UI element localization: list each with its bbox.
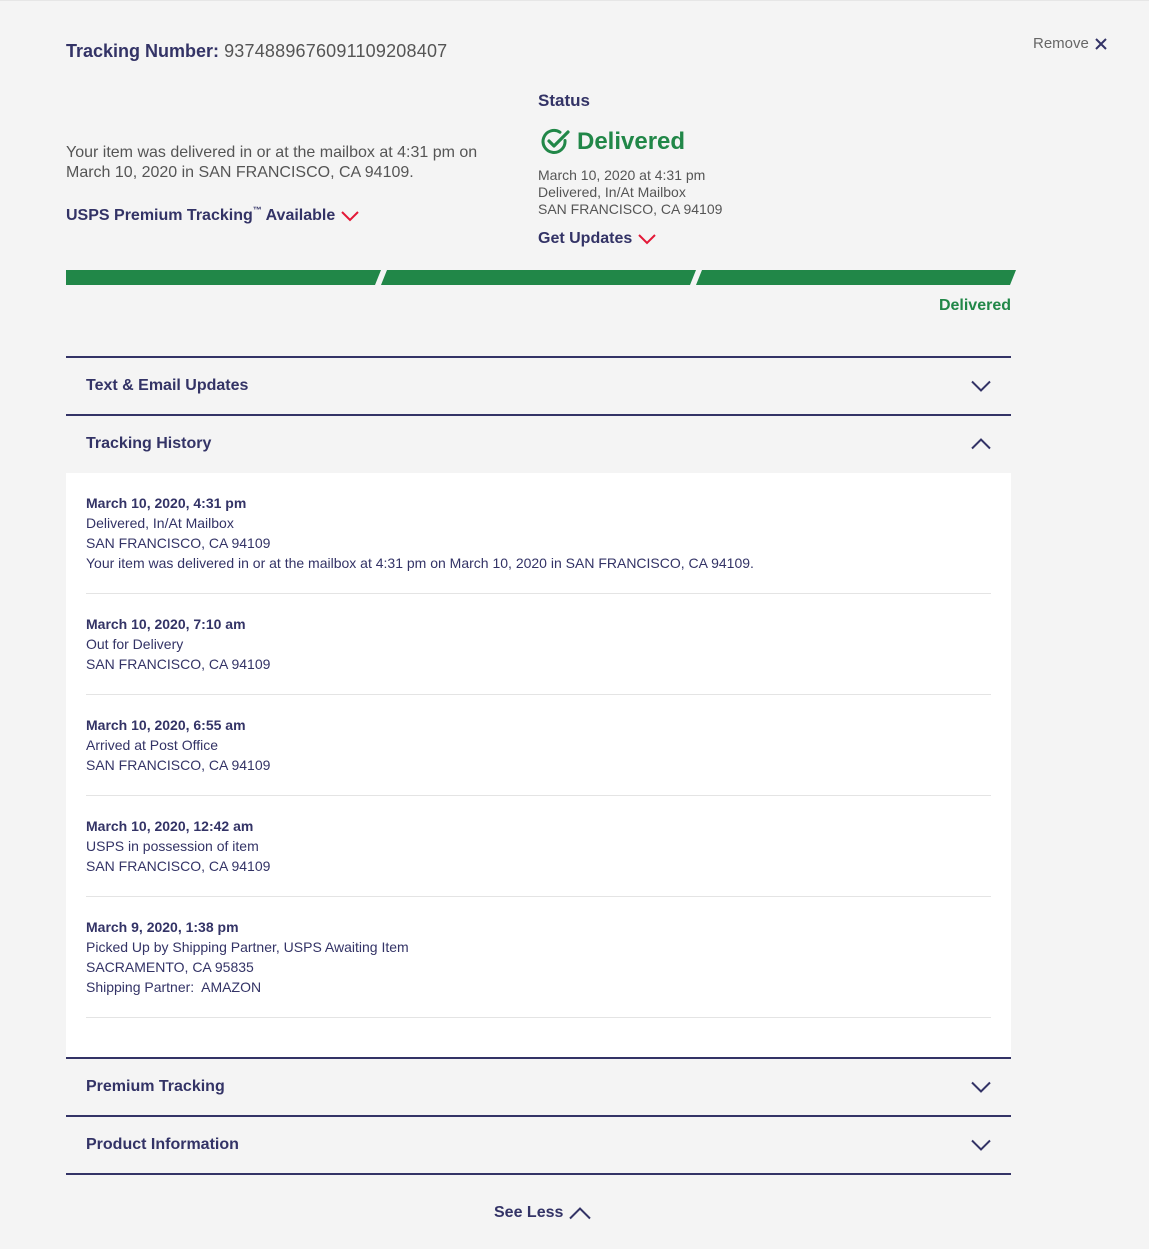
history-event: Picked Up by Shipping Partner, USPS Awai… — [86, 939, 409, 955]
history-time: March 10, 2020, 4:31 pm — [86, 495, 247, 511]
chevron-down-icon — [971, 380, 991, 392]
see-less-label: See Less — [494, 1204, 564, 1221]
check-circle-icon — [541, 128, 570, 154]
accordion-tracking-history[interactable]: Tracking History — [66, 414, 1011, 472]
progress-segment-2 — [381, 270, 696, 285]
accordion-text-email-updates[interactable]: Text & Email Updates — [66, 356, 1011, 414]
history-location: SACRAMENTO, CA 95835 — [86, 959, 254, 975]
progress-label: Delivered — [938, 297, 1011, 314]
status-text: Delivered — [577, 128, 686, 155]
history-time: March 10, 2020, 12:42 am — [86, 818, 254, 834]
tracking-card: Tracking Number: 9374889676091109208407 … — [0, 0, 1149, 1249]
history-entry: March 10, 2020, 7:10 am Out for Delivery… — [86, 614, 991, 695]
chevron-down-icon — [971, 1139, 991, 1151]
history-entry: March 10, 2020, 6:55 am Arrived at Post … — [86, 715, 991, 796]
history-location: SAN FRANCISCO, CA 94109 — [86, 656, 271, 672]
chevron-up-icon — [569, 1206, 592, 1219]
history-event: Arrived at Post Office — [86, 737, 219, 753]
history-entry: March 10, 2020, 4:31 pm Delivered, In/At… — [86, 493, 991, 594]
chevron-up-icon — [971, 438, 991, 450]
premium-tracking-available-toggle[interactable]: USPS Premium Tracking™ Available — [66, 205, 359, 225]
status-event: Delivered, In/At Mailbox — [538, 184, 686, 200]
status-date: March 10, 2020 at 4:31 pm — [538, 167, 706, 183]
status-details: March 10, 2020 at 4:31 pm Delivered, In/… — [538, 167, 722, 218]
status-heading: Status — [538, 91, 590, 110]
history-event: USPS in possession of item — [86, 838, 259, 854]
delivery-summary: Your item was delivered in or at the mai… — [66, 144, 478, 181]
history-detail: Shipping Partner: AMAZON — [86, 979, 262, 995]
get-updates-toggle[interactable]: Get Updates — [538, 230, 656, 248]
status-value: Delivered — [541, 128, 685, 156]
history-event: Delivered, In/At Mailbox — [86, 515, 234, 531]
remove-button[interactable]: Remove — [1033, 35, 1107, 52]
history-location: SAN FRANCISCO, CA 94109 — [86, 535, 271, 551]
status-location: SAN FRANCISCO, CA 94109 — [538, 201, 723, 217]
history-time: March 10, 2020, 6:55 am — [86, 717, 246, 733]
progress-segment-1 — [66, 270, 381, 285]
chevron-down-icon — [971, 1081, 991, 1093]
tracking-history-panel: March 10, 2020, 4:31 pm Delivered, In/At… — [66, 473, 1011, 1057]
get-updates-label: Get Updates — [538, 230, 633, 247]
accordion-premium-tracking[interactable]: Premium Tracking — [66, 1057, 1011, 1115]
chevron-down-icon — [341, 211, 359, 222]
progress-segment-3 — [696, 270, 1016, 285]
accordion-title: Premium Tracking — [86, 1078, 225, 1095]
history-location: SAN FRANCISCO, CA 94109 — [86, 858, 271, 874]
history-time: March 9, 2020, 1:38 pm — [86, 919, 239, 935]
progress-bar — [66, 270, 1016, 285]
history-entry: March 9, 2020, 1:38 pm Picked Up by Ship… — [86, 917, 991, 1018]
chevron-down-icon — [638, 234, 656, 245]
accordion-title: Tracking History — [86, 435, 212, 452]
history-location: SAN FRANCISCO, CA 94109 — [86, 757, 271, 773]
history-detail: Your item was delivered in or at the mai… — [86, 555, 754, 571]
accordion-title: Product Information — [86, 1136, 239, 1153]
tracking-number-value: 9374889676091109208407 — [224, 41, 448, 61]
accordion-product-information[interactable]: Product Information — [66, 1115, 1011, 1173]
premium-tracking-label: USPS Premium Tracking™ Available — [66, 205, 336, 224]
tracking-number: Tracking Number: 9374889676091109208407 — [66, 41, 447, 62]
accordion-bottom-divider — [66, 1173, 1011, 1175]
remove-label: Remove — [1033, 35, 1089, 52]
history-time: March 10, 2020, 7:10 am — [86, 616, 246, 632]
history-event: Out for Delivery — [86, 636, 184, 652]
see-less-button[interactable]: See Less — [494, 1204, 592, 1222]
accordion-title: Text & Email Updates — [86, 377, 249, 394]
history-entry: March 10, 2020, 12:42 am USPS in possess… — [86, 816, 991, 897]
tracking-number-label: Tracking Number: — [66, 41, 220, 61]
close-icon — [1095, 37, 1107, 50]
